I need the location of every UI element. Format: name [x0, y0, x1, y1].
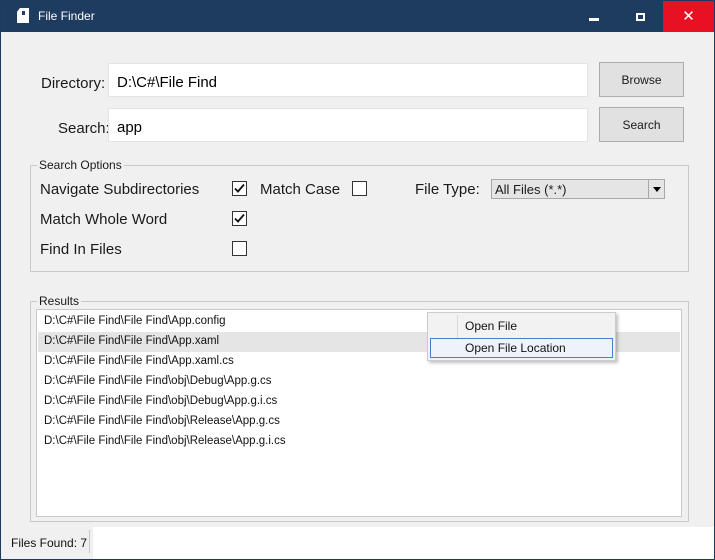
search-button[interactable]: Search: [599, 107, 684, 142]
status-bar: Files Found: 7: [1, 527, 714, 559]
checkmark-icon: [234, 213, 245, 223]
find-in-files-checkbox[interactable]: [232, 241, 247, 256]
file-type-dropdown[interactable]: All Files (*.*): [491, 179, 665, 199]
maximize-button[interactable]: [617, 1, 663, 32]
file-icon: [17, 8, 29, 23]
close-button[interactable]: ✕: [663, 1, 714, 32]
match-case-checkbox[interactable]: [352, 181, 367, 196]
match-whole-word-label: Match Whole Word: [40, 211, 168, 228]
file-type-label: File Type:: [415, 181, 480, 198]
menu-item-open-file[interactable]: Open File: [430, 316, 613, 336]
list-item[interactable]: D:\C#\File Find\File Find\obj\Release\Ap…: [38, 432, 680, 452]
checkmark-icon: [234, 183, 245, 193]
list-item[interactable]: D:\C#\File Find\File Find\obj\Debug\App.…: [38, 392, 680, 412]
client-area: Directory: D:\C#\File Find Browse Search…: [1, 32, 714, 559]
status-empty-panel: [93, 527, 714, 559]
status-separator: [89, 530, 90, 553]
directory-label: Directory:: [41, 75, 106, 92]
chevron-down-icon[interactable]: [648, 180, 664, 198]
search-input[interactable]: app: [108, 108, 588, 142]
match-whole-word-checkbox[interactable]: [232, 211, 247, 226]
minimize-button[interactable]: [571, 1, 617, 32]
find-in-files-label: Find In Files: [40, 241, 122, 258]
close-icon: ✕: [682, 8, 695, 25]
context-menu: Open File Open File Location: [427, 312, 616, 361]
search-options-title: Search Options: [37, 158, 124, 172]
browse-button[interactable]: Browse: [599, 62, 684, 97]
title-bar[interactable]: File Finder ✕: [1, 1, 714, 32]
match-case-label: Match Case: [260, 181, 341, 198]
maximize-icon: [635, 12, 645, 21]
file-type-value: All Files (*.*): [495, 182, 567, 197]
results-title: Results: [37, 294, 82, 308]
navigate-subdirectories-label: Navigate Subdirectories: [40, 181, 200, 198]
menu-item-open-file-location[interactable]: Open File Location: [430, 338, 613, 358]
minimize-icon: [589, 18, 599, 21]
directory-input[interactable]: D:\C#\File Find: [108, 63, 588, 97]
file-finder-window: File Finder ✕ Directory: D:\C#\File Find…: [0, 0, 715, 560]
window-title: File Finder: [38, 9, 95, 23]
list-item[interactable]: D:\C#\File Find\File Find\obj\Debug\App.…: [38, 372, 680, 392]
files-found-status: Files Found: 7: [11, 536, 88, 550]
navigate-subdirectories-checkbox[interactable]: [232, 181, 247, 196]
list-item[interactable]: D:\C#\File Find\File Find\obj\Release\Ap…: [38, 412, 680, 432]
search-label: Search:: [58, 120, 110, 137]
